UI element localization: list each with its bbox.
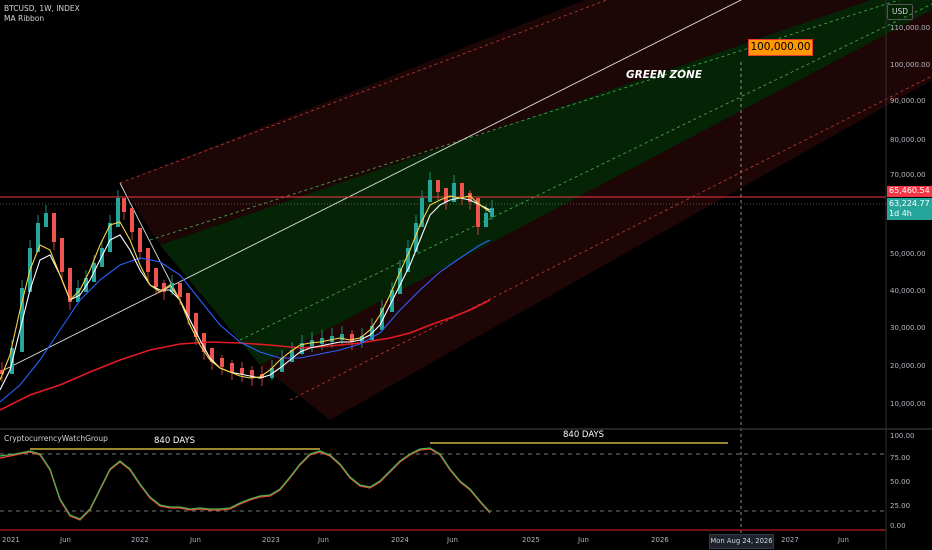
green-zone-label: GREEN ZONE — [626, 69, 702, 81]
candle-body — [428, 180, 432, 202]
candle-body — [52, 213, 56, 242]
candle-body — [230, 363, 234, 372]
price-axis-label: 20,000.00 — [890, 362, 926, 370]
candle-body — [122, 198, 126, 212]
price-axis-label: 90,000.00 — [890, 97, 926, 105]
time-axis-label: Jun — [447, 536, 458, 544]
days-label-right: 840 DAYS — [563, 430, 605, 440]
time-axis-label: Jun — [838, 536, 849, 544]
time-axis-label: Jun — [318, 536, 329, 544]
time-axis-label: Jun — [578, 536, 589, 544]
time-axis-label: 2023 — [262, 536, 280, 544]
target-price-callout: 100,000.00 — [748, 39, 813, 56]
price-axis-label: 100,000.00 — [890, 61, 931, 69]
osc-axis-label: 100.00 — [890, 432, 915, 440]
candle-body — [444, 188, 448, 202]
candle-body — [154, 268, 158, 287]
candle-body — [44, 213, 48, 227]
osc-green-line — [0, 447, 491, 520]
time-axis-label: Jun — [60, 536, 71, 544]
candle-body — [240, 368, 244, 374]
time-axis-label: 2022 — [131, 536, 149, 544]
price-axis-label: 40,000.00 — [890, 287, 926, 295]
candle-body — [460, 183, 464, 197]
osc-axis-label: 50.00 — [890, 478, 911, 486]
price-axis-label: 30,000.00 — [890, 324, 926, 332]
symbol-legend[interactable]: BTCUSD, 1W, INDEX — [4, 4, 80, 14]
price-axis-label: 80,000.00 — [890, 136, 926, 144]
osc-axis-label: 75.00 — [890, 454, 911, 462]
candle-body — [60, 238, 64, 272]
osc-axis-label: 25.00 — [890, 502, 911, 510]
osc-red-line — [0, 448, 491, 521]
candle-body — [220, 358, 224, 367]
time-axis-label: 2025 — [522, 536, 540, 544]
candle-body — [436, 180, 440, 192]
price-axis-label: 110,000.00 — [890, 24, 931, 32]
candle-body — [130, 208, 134, 232]
chart-canvas[interactable] — [0, 0, 932, 550]
candle-body — [178, 283, 182, 297]
days-label-left: 840 DAYS — [154, 436, 196, 446]
oscillator-legend[interactable]: CryptocurrencyWatchGroup — [4, 434, 108, 444]
candle-body — [138, 228, 142, 252]
countdown-value: 1d 4h — [889, 209, 912, 218]
crosshair-date-badge: Mon Aug 24, 2026 — [709, 534, 774, 549]
price-axis-label: 50,000.00 — [890, 250, 926, 258]
time-axis-label: 2024 — [391, 536, 409, 544]
line-price-badge: 65,460.54 — [887, 186, 932, 197]
time-axis-label: 2026 — [651, 536, 669, 544]
time-axis-label: 2027 — [781, 536, 799, 544]
last-price-badge: 63,224.77 1d 4h — [887, 198, 932, 220]
price-axis-label: 10,000.00 — [890, 400, 926, 408]
candle-body — [100, 248, 104, 267]
currency-button[interactable]: USD — [887, 4, 913, 20]
time-axis-label: 2021 — [2, 536, 20, 544]
candle-body — [310, 340, 314, 347]
price-axis-label: 70,000.00 — [890, 171, 926, 179]
candle-body — [490, 208, 494, 217]
osc-axis-label: 0.00 — [890, 522, 906, 530]
time-axis-label: Jun — [190, 536, 201, 544]
last-price-value: 63,224.77 — [889, 199, 930, 208]
ma-ribbon-legend[interactable]: MA Ribbon — [4, 14, 44, 24]
candle-body — [484, 213, 488, 227]
